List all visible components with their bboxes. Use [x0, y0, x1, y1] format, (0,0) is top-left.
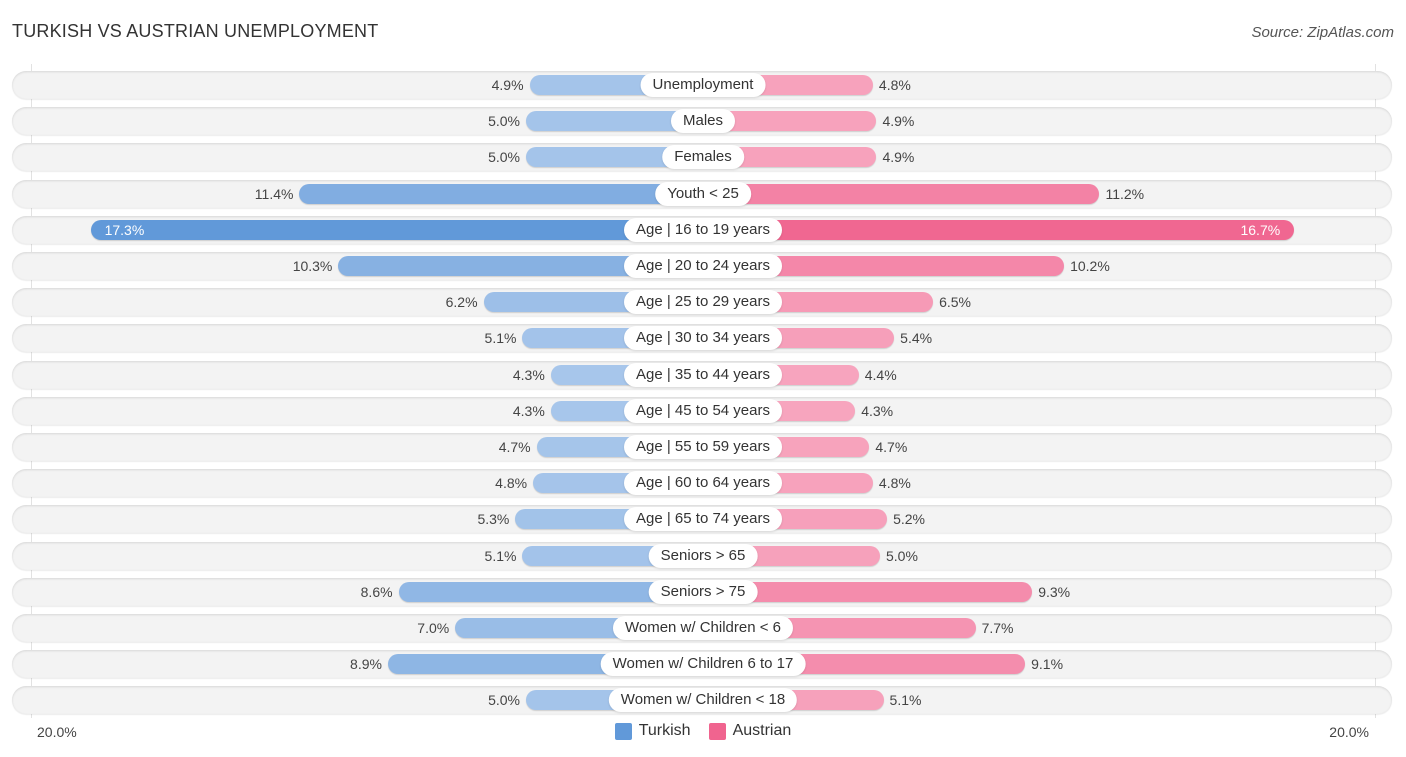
category-label: Unemployment: [640, 73, 766, 97]
value-label-turkish: 5.3%: [477, 511, 510, 528]
legend-item-turkish[interactable]: Turkish: [614, 722, 691, 740]
legend-swatch-turkish: [614, 722, 632, 740]
value-label-austrian: 4.9%: [882, 149, 915, 166]
category-label: Youth < 25: [655, 181, 751, 206]
value-label-turkish: 5.0%: [488, 113, 520, 130]
category-label: Seniors > 65: [648, 543, 758, 568]
value-label-austrian: 4.8%: [878, 475, 911, 492]
category-label: Age | 60 to 64 years: [624, 471, 782, 496]
category-label: Age | 45 to 54 years: [624, 398, 782, 423]
value-label-turkish: 11.4%: [254, 185, 294, 202]
value-label-austrian: 5.2%: [893, 511, 925, 528]
value-label-austrian: 5.1%: [889, 692, 922, 709]
category-label: Women w/ Children 6 to 17: [600, 652, 806, 677]
value-label-austrian: 5.4%: [900, 330, 933, 347]
value-label-turkish: 4.3%: [512, 366, 545, 383]
value-label-turkish: 5.0%: [488, 692, 520, 709]
value-label-austrian: 10.2%: [1070, 258, 1110, 274]
category-label: Age | 35 to 44 years: [624, 362, 782, 387]
legend: Turkish Austrian: [0, 722, 1406, 740]
bar-austrian[interactable]: [703, 183, 1100, 204]
category-label: Females: [662, 145, 744, 170]
value-label-turkish: 5.1%: [484, 330, 517, 347]
value-label-turkish: 4.3%: [512, 402, 545, 419]
value-label-turkish: 8.9%: [350, 656, 382, 673]
legend-swatch-austrian: [708, 722, 726, 740]
value-label-austrian: 4.4%: [864, 366, 897, 383]
value-label-turkish: 4.8%: [495, 475, 528, 492]
value-label-austrian: 6.5%: [939, 294, 972, 311]
value-label-austrian: 9.3%: [1038, 583, 1071, 600]
value-label-austrian: 4.9%: [882, 113, 915, 130]
value-label-turkish: 4.9%: [491, 77, 524, 93]
category-label: Age | 65 to 74 years: [624, 507, 782, 532]
value-label-austrian: 16.7%: [1240, 221, 1281, 238]
category-label: Seniors > 75: [648, 579, 758, 604]
category-label: Age | 16 to 19 years: [624, 217, 782, 242]
value-label-austrian: 7.7%: [981, 620, 1014, 636]
value-label-austrian: 5.0%: [886, 547, 918, 564]
category-label: Age | 20 to 24 years: [624, 254, 782, 278]
legend-item-austrian[interactable]: Austrian: [708, 722, 792, 740]
category-label: Males: [670, 109, 736, 134]
value-label-turkish: 4.7%: [498, 439, 531, 455]
category-label: Age | 30 to 34 years: [624, 326, 782, 351]
value-label-austrian: 4.8%: [878, 77, 911, 93]
value-label-turkish: 6.2%: [445, 294, 478, 311]
value-label-austrian: 4.7%: [875, 439, 908, 455]
value-label-austrian: 11.2%: [1105, 185, 1145, 202]
value-label-turkish: 5.0%: [488, 149, 520, 166]
value-label-turkish: 10.3%: [292, 258, 333, 274]
value-label-turkish: 5.1%: [484, 547, 517, 564]
category-label: Age | 55 to 59 years: [624, 435, 782, 459]
bar-turkish[interactable]: [299, 183, 703, 204]
category-label: Women w/ Children < 6: [612, 616, 794, 640]
value-label-austrian: 4.3%: [861, 402, 894, 419]
legend-label-turkish: Turkish: [638, 722, 691, 739]
category-label: Age | 25 to 29 years: [624, 290, 782, 315]
value-label-turkish: 17.3%: [104, 221, 145, 238]
bar-turkish[interactable]: [90, 219, 703, 240]
legend-label-austrian: Austrian: [732, 722, 792, 739]
diverging-bar-chart: 4.9% 4.8% Unemployment 5.0% 4.9% Males 5.0% 4.9…: [0, 0, 1406, 757]
value-label-turkish: 8.6%: [360, 583, 393, 600]
category-label: Women w/ Children < 18: [608, 688, 798, 713]
bar-austrian[interactable]: [703, 219, 1295, 240]
value-label-turkish: 7.0%: [417, 620, 450, 636]
value-label-austrian: 9.1%: [1031, 656, 1064, 673]
